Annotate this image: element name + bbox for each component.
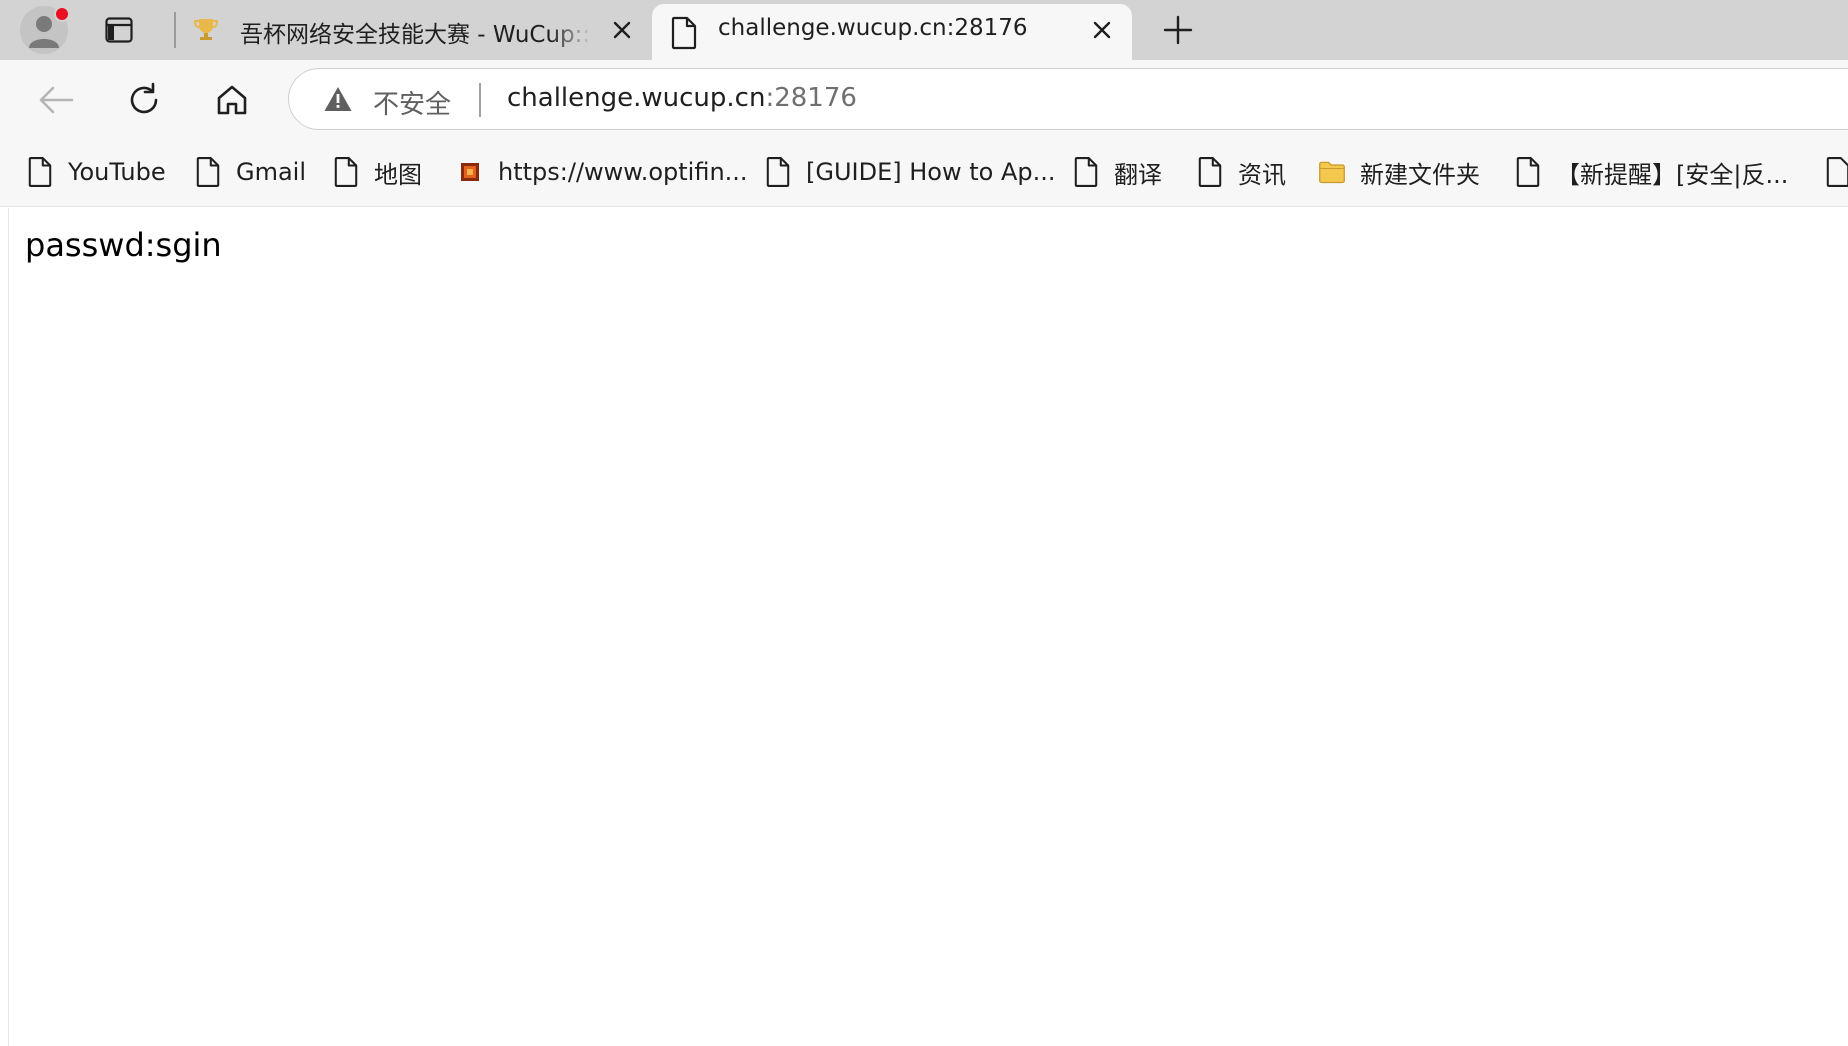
- tab-challenge[interactable]: challenge.wucup.cn:28176: [652, 4, 1132, 60]
- home-button[interactable]: [210, 78, 254, 122]
- bookmark-label: Gmail: [236, 158, 307, 186]
- address-separator: [479, 83, 481, 117]
- arrow-left-icon: [39, 86, 74, 114]
- bookmark-label: 【新提醒】[安全|反...: [1556, 160, 1789, 189]
- page-icon: [764, 155, 792, 189]
- notification-dot: [54, 6, 70, 22]
- tab-title: challenge.wucup.cn:28176: [718, 15, 1028, 41]
- close-icon[interactable]: [608, 16, 636, 44]
- page-icon: [1514, 155, 1542, 189]
- page-icon: [1196, 155, 1224, 189]
- home-icon: [217, 85, 247, 115]
- folder-icon: [1318, 155, 1346, 189]
- url-text[interactable]: challenge.wucup.cn:28176: [507, 83, 857, 113]
- bookmark-label: 新建文件夹: [1360, 160, 1480, 189]
- sidebar-layout-icon: [105, 17, 133, 43]
- tab-strip: 吾杯网络安全技能大赛 - WuCup::CTF challenge.wucup.…: [0, 0, 1848, 60]
- bookmark-label: [GUIDE] How to Ap...: [806, 158, 1056, 186]
- bookmark-optifine[interactable]: https://www.optifin...: [456, 154, 748, 190]
- page-content: passwd:sgin: [8, 208, 1848, 1046]
- bookmark-security-notice[interactable]: 【新提醒】[安全|反...: [1514, 154, 1788, 190]
- bookmark-maps[interactable]: 地图: [332, 154, 422, 190]
- password-text: passwd:sgin: [25, 226, 222, 264]
- warning-icon[interactable]: [323, 85, 353, 113]
- bookmark-label: 翻译: [1114, 160, 1162, 189]
- tab-actions-button[interactable]: [100, 12, 138, 48]
- tab-wucup[interactable]: 吾杯网络安全技能大赛 - WuCup::CTF: [180, 2, 650, 58]
- bookmark-new-folder[interactable]: 新建文件夹: [1318, 154, 1480, 190]
- page-icon: [26, 155, 54, 189]
- bookmarks-bar: YouTube Gmail 地图 https://www.optifin... …: [0, 138, 1848, 207]
- tab-title: 吾杯网络安全技能大赛 - WuCup::CTF: [240, 22, 592, 48]
- trophy-favicon-icon: [193, 19, 219, 40]
- close-icon[interactable]: [1088, 16, 1116, 44]
- bookmark-label: https://www.optifin...: [498, 158, 748, 186]
- bookmark-youtube[interactable]: YouTube: [26, 154, 166, 190]
- bookmark-label: YouTube: [68, 158, 166, 186]
- bookmark-translate[interactable]: 翻译: [1072, 154, 1162, 190]
- new-tab-button[interactable]: [1156, 8, 1200, 52]
- bookmark-guide[interactable]: [GUIDE] How to Ap...: [764, 154, 1056, 190]
- bookmark-label: 地图: [374, 160, 422, 189]
- tab-separator: [174, 12, 176, 48]
- page-icon: [194, 155, 222, 189]
- optifine-favicon: [456, 155, 484, 189]
- profile-avatar[interactable]: [20, 6, 70, 54]
- page-icon: [671, 16, 697, 50]
- bookmark-overflow[interactable]: [1824, 154, 1848, 190]
- page-icon: [1072, 155, 1100, 189]
- page-icon: [1824, 155, 1848, 189]
- bookmark-news[interactable]: 资讯: [1196, 154, 1286, 190]
- url-host: challenge.wucup.cn: [507, 83, 766, 113]
- bookmark-label: 资讯: [1238, 160, 1286, 189]
- address-bar[interactable]: 不安全 challenge.wucup.cn:28176: [288, 68, 1848, 130]
- plus-icon: [1163, 15, 1193, 45]
- bookmark-gmail[interactable]: Gmail: [194, 154, 306, 190]
- security-label[interactable]: 不安全: [373, 84, 451, 121]
- url-port: :28176: [765, 83, 857, 113]
- reload-button[interactable]: [122, 78, 166, 122]
- toolbar: 不安全 challenge.wucup.cn:28176: [0, 60, 1848, 138]
- refresh-icon: [130, 82, 158, 114]
- back-button[interactable]: [34, 78, 78, 122]
- page-icon: [332, 155, 360, 189]
